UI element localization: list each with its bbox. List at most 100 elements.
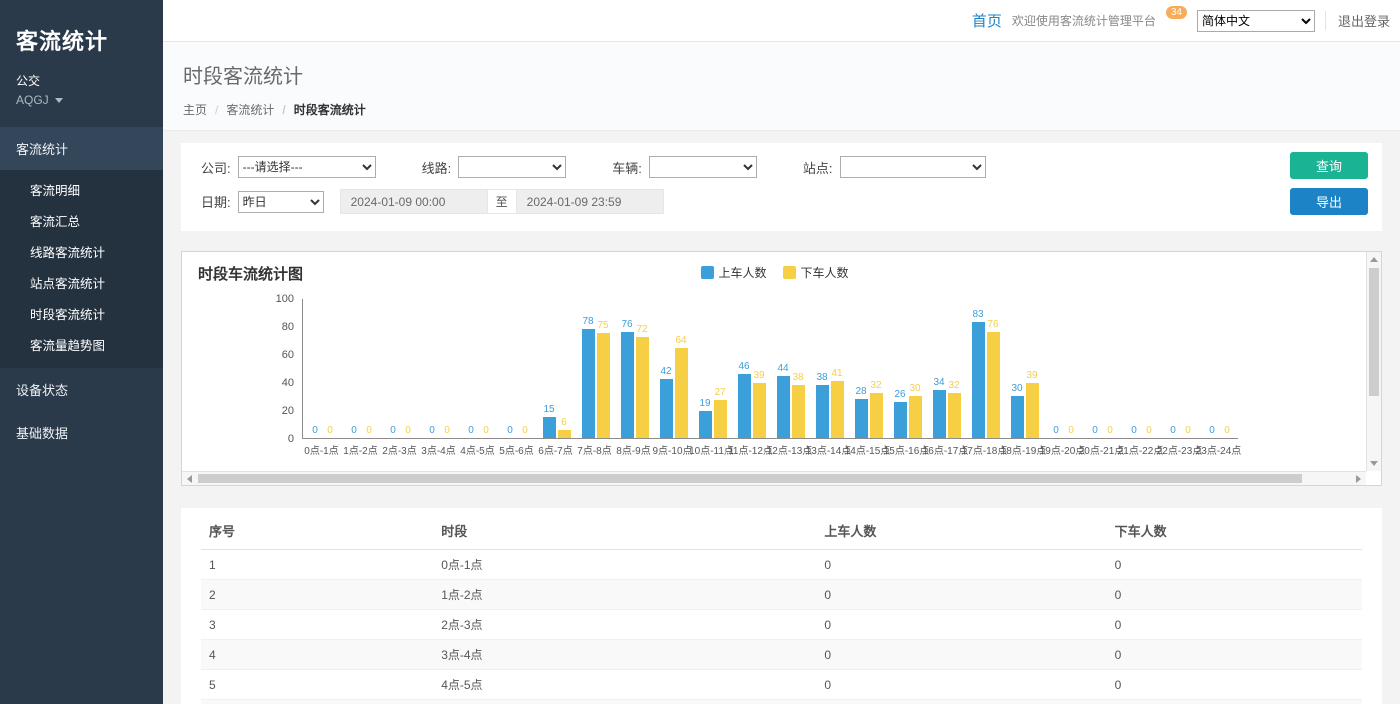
bar-value-label: 42 xyxy=(660,366,671,378)
logout-link[interactable]: 退出登录 xyxy=(1325,11,1390,30)
table-cell: 1 xyxy=(201,550,433,580)
bar-group: 42 64 xyxy=(654,299,693,438)
horizontal-scrollbar[interactable] xyxy=(182,471,1366,485)
x-axis-label: 22点-23点 xyxy=(1160,442,1199,457)
table-cell: 0 xyxy=(1107,700,1362,704)
topbar: 首页 欢迎使用客流统计管理平台 34 简体中文 退出登录 xyxy=(163,0,1400,42)
sidebar-section-passenger-stats[interactable]: 客流统计 xyxy=(0,127,163,170)
x-axis-label: 7点-8点 xyxy=(575,442,614,457)
bar-value-label: 0 xyxy=(366,425,372,437)
welcome-text: 欢迎使用客流统计管理平台 xyxy=(1012,12,1156,29)
date-preset-select[interactable]: 昨日 xyxy=(238,191,324,213)
bar-value-label: 0 xyxy=(1170,425,1176,437)
legend-item-boarding[interactable]: 上车人数 xyxy=(700,264,766,281)
breadcrumb-current: 时段客流统计 xyxy=(274,101,365,118)
filter-buttons: 查询 导出 xyxy=(1290,152,1368,215)
company-filter: 公司: ---请选择--- xyxy=(201,156,376,178)
sidebar: 客流统计 公交 AQGJ 客流统计 客流明细 客流汇总 线路客流统计 站点客流统… xyxy=(0,0,163,704)
legend-swatch-alighting-icon xyxy=(783,266,796,279)
notification-badge[interactable]: 34 xyxy=(1166,6,1187,19)
table-cell: 0 xyxy=(816,640,1106,670)
bar-value-label: 19 xyxy=(699,398,710,410)
chart-bar-boarding xyxy=(621,332,634,438)
date-end-input[interactable] xyxy=(516,189,664,214)
plot-column: 0000000000001567875767242641927463944383… xyxy=(302,299,1238,457)
table-row: 54点-5点00 xyxy=(201,670,1362,700)
sidebar-item-period-stats[interactable]: 时段客流统计 xyxy=(0,298,163,329)
bar-value-label: 0 xyxy=(1068,425,1074,437)
bar-group: 30 39 xyxy=(1005,299,1044,438)
table-cell: 4 xyxy=(201,640,433,670)
bar-group: 4639 xyxy=(732,299,771,438)
table-cell: 0点-1点 xyxy=(433,550,816,580)
horizontal-scrollbar-thumb[interactable] xyxy=(198,474,1302,483)
x-axis-label: 12点-13点 xyxy=(770,442,809,457)
table-cell: 0 xyxy=(816,550,1106,580)
station-select[interactable] xyxy=(840,156,986,178)
bar-value-label: 39 xyxy=(1026,370,1037,382)
sidebar-item-passenger-detail[interactable]: 客流明细 xyxy=(0,174,163,205)
sidebar-item-station-stats[interactable]: 站点客流统计 xyxy=(0,267,163,298)
x-axis-label: 5点-6点 xyxy=(497,442,536,457)
sidebar-section-device-status[interactable]: 设备状态 xyxy=(0,368,163,411)
scroll-up-icon[interactable] xyxy=(1370,257,1378,262)
filter-row-2: 日期: 昨日 至 xyxy=(201,189,1272,214)
chart-bar-alighting xyxy=(909,396,922,438)
period-table: 序号 时段 上车人数 下车人数 10点-1点0021点-2点0032点-3点00… xyxy=(201,512,1362,704)
export-button[interactable]: 导出 xyxy=(1290,188,1368,215)
line-select[interactable] xyxy=(458,156,566,178)
content-area: 公司: ---请选择--- 线路: 车辆: 站点: xyxy=(163,131,1400,704)
vertical-scrollbar[interactable] xyxy=(1366,252,1381,471)
chart-card: 时段车流统计图 上车人数 下车人数 xyxy=(181,251,1382,486)
bar-value-label: 44 xyxy=(777,363,788,375)
legend-item-alighting[interactable]: 下车人数 xyxy=(783,264,849,281)
table-cell: 0 xyxy=(816,700,1106,704)
bar-group: 156 xyxy=(537,299,576,438)
bar-value-label: 38 xyxy=(792,372,803,384)
station-label: 站点: xyxy=(803,158,833,177)
vehicle-select[interactable] xyxy=(649,156,757,178)
bar-value-label: 72 xyxy=(636,324,647,336)
scroll-left-icon[interactable] xyxy=(187,475,192,483)
x-axis-label: 2点-3点 xyxy=(380,442,419,457)
home-link[interactable]: 首页 xyxy=(972,10,1002,31)
breadcrumb-home[interactable]: 主页 xyxy=(183,101,207,118)
bar-value-label: 0 xyxy=(1185,425,1191,437)
vertical-scrollbar-thumb[interactable] xyxy=(1369,268,1379,396)
company-select[interactable]: ---请选择--- xyxy=(238,156,376,178)
breadcrumb: 主页 客流统计 时段客流统计 xyxy=(183,101,1400,118)
sidebar-item-passenger-summary[interactable]: 客流汇总 xyxy=(0,205,163,236)
language-select[interactable]: 简体中文 xyxy=(1197,10,1315,32)
bar-group: 44 38 xyxy=(771,299,810,438)
bar-value-label: 30 xyxy=(1011,383,1022,395)
user-dropdown[interactable]: AQGJ xyxy=(0,91,163,127)
company-label: 公司: xyxy=(201,158,231,177)
chart-bar-alighting xyxy=(675,348,688,438)
bar-group: 8376 xyxy=(966,299,1005,438)
scroll-down-icon[interactable] xyxy=(1370,461,1378,466)
x-axis-label: 1点-2点 xyxy=(341,442,380,457)
chart-bar-alighting xyxy=(987,332,1000,438)
chart-bar-alighting xyxy=(870,393,883,438)
user-name: AQGJ xyxy=(16,93,49,107)
query-button[interactable]: 查询 xyxy=(1290,152,1368,179)
x-axis-label: 4点-5点 xyxy=(458,442,497,457)
date-start-input[interactable] xyxy=(340,189,488,214)
scroll-right-icon[interactable] xyxy=(1356,475,1361,483)
bar-group: 00 xyxy=(459,299,498,438)
x-axis-label: 3点-4点 xyxy=(419,442,458,457)
bar-value-label: 0 xyxy=(444,425,450,437)
breadcrumb-passenger-stats[interactable]: 客流统计 xyxy=(207,101,274,118)
sidebar-item-line-stats[interactable]: 线路客流统计 xyxy=(0,236,163,267)
chart-plot: 0000000000001567875767242641927463944383… xyxy=(302,299,1238,439)
bar-value-label: 64 xyxy=(675,335,686,347)
x-axis-label: 14点-15点 xyxy=(848,442,887,457)
line-filter: 线路: xyxy=(422,156,567,178)
sidebar-item-trend-chart[interactable]: 客流量趋势图 xyxy=(0,329,163,360)
sidebar-section-base-data[interactable]: 基础数据 xyxy=(0,411,163,454)
chart-bar-alighting xyxy=(831,381,844,438)
header-period: 时段 xyxy=(433,512,816,550)
table-cell: 0 xyxy=(816,670,1106,700)
vehicle-filter: 车辆: xyxy=(612,156,757,178)
bar-value-label: 0 xyxy=(483,425,489,437)
